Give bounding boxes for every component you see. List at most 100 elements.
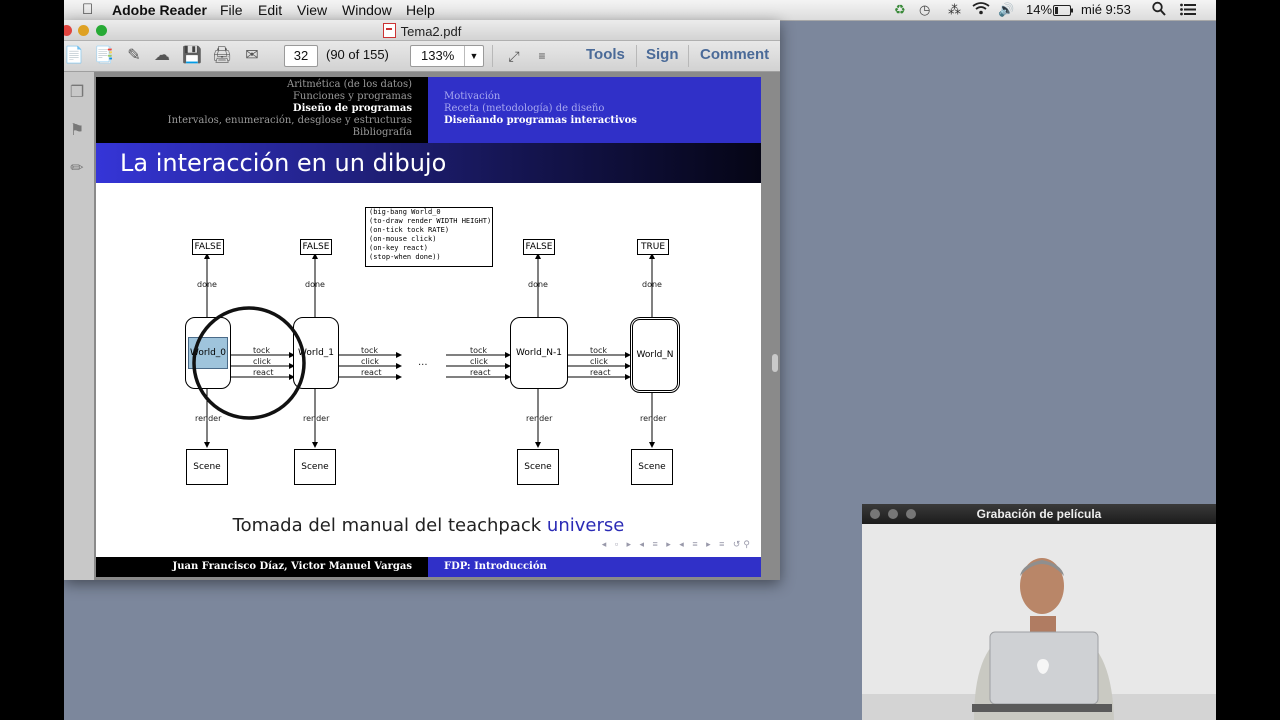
time-machine-icon[interactable]: ◷ bbox=[919, 2, 930, 18]
slide-footer-course: FDP: Introducción bbox=[428, 557, 761, 577]
zoom-select[interactable]: 133% ▼ bbox=[410, 45, 484, 67]
sync-icon[interactable]: ♻ bbox=[894, 2, 906, 18]
code-line: (big-bang World_0 bbox=[369, 208, 441, 216]
minimize-window-button[interactable] bbox=[888, 509, 898, 519]
react-label: react bbox=[590, 368, 611, 377]
click-label: click bbox=[590, 357, 608, 366]
ellipsis-label: ... bbox=[418, 357, 428, 368]
menu-bar:  Adobe Reader File Edit View Window Hel… bbox=[64, 0, 1216, 21]
pdf-file-icon bbox=[382, 23, 396, 38]
react-label: react bbox=[361, 368, 382, 377]
spotlight-icon[interactable] bbox=[1152, 1, 1166, 20]
presenter-video-frame bbox=[862, 524, 1216, 720]
beamer-navigation-icons[interactable]: ◂ ▫ ▸ ◂ ≡ ▸ ◂ ≡ ▸ ≡ ↺⚲ bbox=[602, 539, 753, 550]
slide-caption: Tomada del manual del teachpack universe bbox=[96, 515, 761, 536]
app-name-menu[interactable]: Adobe Reader bbox=[112, 2, 207, 18]
code-line: (on-key react) bbox=[369, 244, 429, 252]
done-result-box: FALSE bbox=[300, 239, 332, 255]
tock-label: tock bbox=[470, 346, 488, 355]
fill-sign-icon[interactable]: ✎ bbox=[124, 46, 144, 66]
print-icon[interactable]: 🖨 bbox=[212, 46, 232, 66]
bluetooth-icon[interactable]: ⁂ bbox=[948, 2, 961, 18]
save-icon[interactable]: 💾 bbox=[182, 46, 202, 66]
nav-section-item[interactable]: Intervalos, enumeración, desglose y estr… bbox=[168, 115, 412, 127]
menu-help[interactable]: Help bbox=[406, 2, 435, 18]
render-label: render bbox=[303, 414, 330, 423]
tools-button[interactable]: Tools bbox=[586, 46, 625, 63]
create-pdf-icon[interactable]: 📄 bbox=[64, 46, 84, 66]
sign-button[interactable]: Sign bbox=[646, 46, 679, 63]
toolbar-options-icon[interactable]: ≡ bbox=[532, 46, 552, 66]
nav-subsection-item[interactable]: Receta (metodología) de diseño bbox=[444, 103, 604, 115]
render-label: render bbox=[195, 414, 222, 423]
signatures-icon[interactable]: ✏ bbox=[68, 158, 86, 178]
menu-view[interactable]: View bbox=[297, 2, 327, 18]
world-0-label: World_0 bbox=[188, 336, 228, 369]
window-title: Tema2.pdf bbox=[64, 23, 780, 39]
nav-section-item[interactable]: Aritmética (de los datos) bbox=[287, 79, 412, 91]
bookmarks-icon[interactable]: ⚑ bbox=[68, 120, 86, 140]
camera-feed bbox=[862, 524, 1216, 720]
world-node: World_1 bbox=[293, 317, 339, 389]
vertical-scrollbar[interactable] bbox=[772, 354, 778, 372]
done-result-box: FALSE bbox=[192, 239, 224, 255]
chevron-down-icon[interactable]: ▼ bbox=[464, 46, 483, 66]
clock[interactable]: mié 9:53 bbox=[1081, 2, 1131, 17]
document-view[interactable]: Aritmética (de los datos) Funciones y pr… bbox=[94, 72, 780, 580]
navigation-pane: ❐ ⚑ ✏ bbox=[64, 72, 95, 580]
scene-box: Scene bbox=[186, 449, 228, 485]
done-label: done bbox=[197, 280, 217, 289]
click-label: click bbox=[361, 357, 379, 366]
world-node: World_N-1 bbox=[510, 317, 568, 389]
page-number-input[interactable]: 32 bbox=[284, 45, 318, 67]
code-line: (on-tick tock RATE) bbox=[369, 226, 450, 234]
react-label: react bbox=[253, 368, 274, 377]
menu-window[interactable]: Window bbox=[342, 2, 392, 18]
slide-title: La interacción en un dibujo bbox=[120, 149, 447, 177]
slide-subsection-nav: Motivación Receta (metodología) de diseñ… bbox=[428, 77, 761, 143]
done-label: done bbox=[528, 280, 548, 289]
slide-footer-authors: Juan Francisco Díaz, Victor Manuel Varga… bbox=[96, 557, 428, 577]
nav-subsection-item-current[interactable]: Diseñando programas interactivos bbox=[444, 115, 637, 127]
scene-box: Scene bbox=[631, 449, 673, 485]
email-icon[interactable]: ✉ bbox=[242, 46, 262, 66]
battery-icon[interactable] bbox=[1053, 4, 1073, 19]
caption-keyword: universe bbox=[546, 515, 625, 536]
fit-page-icon[interactable]: ⤢ bbox=[504, 46, 524, 66]
window-title-text: Tema2.pdf bbox=[400, 24, 462, 39]
zoom-window-button[interactable] bbox=[906, 509, 916, 519]
upload-cloud-icon[interactable]: ☁ bbox=[152, 46, 172, 66]
volume-icon[interactable]: 🔊 bbox=[998, 2, 1014, 18]
edit-pdf-icon[interactable]: 📑 bbox=[94, 46, 114, 66]
page-thumbnails-icon[interactable]: ❐ bbox=[68, 82, 86, 102]
tock-label: tock bbox=[361, 346, 379, 355]
toolbar-separator bbox=[636, 45, 637, 67]
done-label: done bbox=[305, 280, 325, 289]
render-label: render bbox=[526, 414, 553, 423]
nav-section-item[interactable]: Funciones y programas bbox=[293, 91, 412, 103]
menu-file[interactable]: File bbox=[220, 2, 243, 18]
movie-recording-window: Grabación de película bbox=[862, 504, 1216, 720]
apple-icon[interactable]:  bbox=[82, 1, 93, 18]
page-count-label: (90 of 155) bbox=[326, 47, 389, 62]
scene-box: Scene bbox=[294, 449, 336, 485]
code-line: (on-mouse click) bbox=[369, 235, 437, 243]
footer-authors: Juan Francisco Díaz, Victor Manuel Varga… bbox=[172, 561, 412, 572]
world-node: World_0 bbox=[185, 317, 231, 389]
window-titlebar: Tema2.pdf bbox=[64, 20, 780, 41]
comment-button[interactable]: Comment bbox=[700, 46, 769, 63]
scene-box: Scene bbox=[517, 449, 559, 485]
notification-center-icon[interactable] bbox=[1180, 3, 1196, 19]
click-label: click bbox=[470, 357, 488, 366]
movie-window-title: Grabación de película bbox=[976, 507, 1102, 521]
nav-section-item-current[interactable]: Diseño de programas bbox=[293, 103, 412, 115]
nav-section-item[interactable]: Bibliografía bbox=[353, 127, 412, 139]
nav-subsection-item[interactable]: Motivación bbox=[444, 91, 500, 103]
slide-title-bar: La interacción en un dibujo bbox=[96, 143, 761, 183]
tock-label: tock bbox=[253, 346, 271, 355]
wifi-icon[interactable] bbox=[972, 2, 990, 18]
react-label: react bbox=[470, 368, 491, 377]
menu-edit[interactable]: Edit bbox=[258, 2, 282, 18]
code-line: (stop-when done)) bbox=[369, 253, 441, 261]
close-window-button[interactable] bbox=[870, 509, 880, 519]
